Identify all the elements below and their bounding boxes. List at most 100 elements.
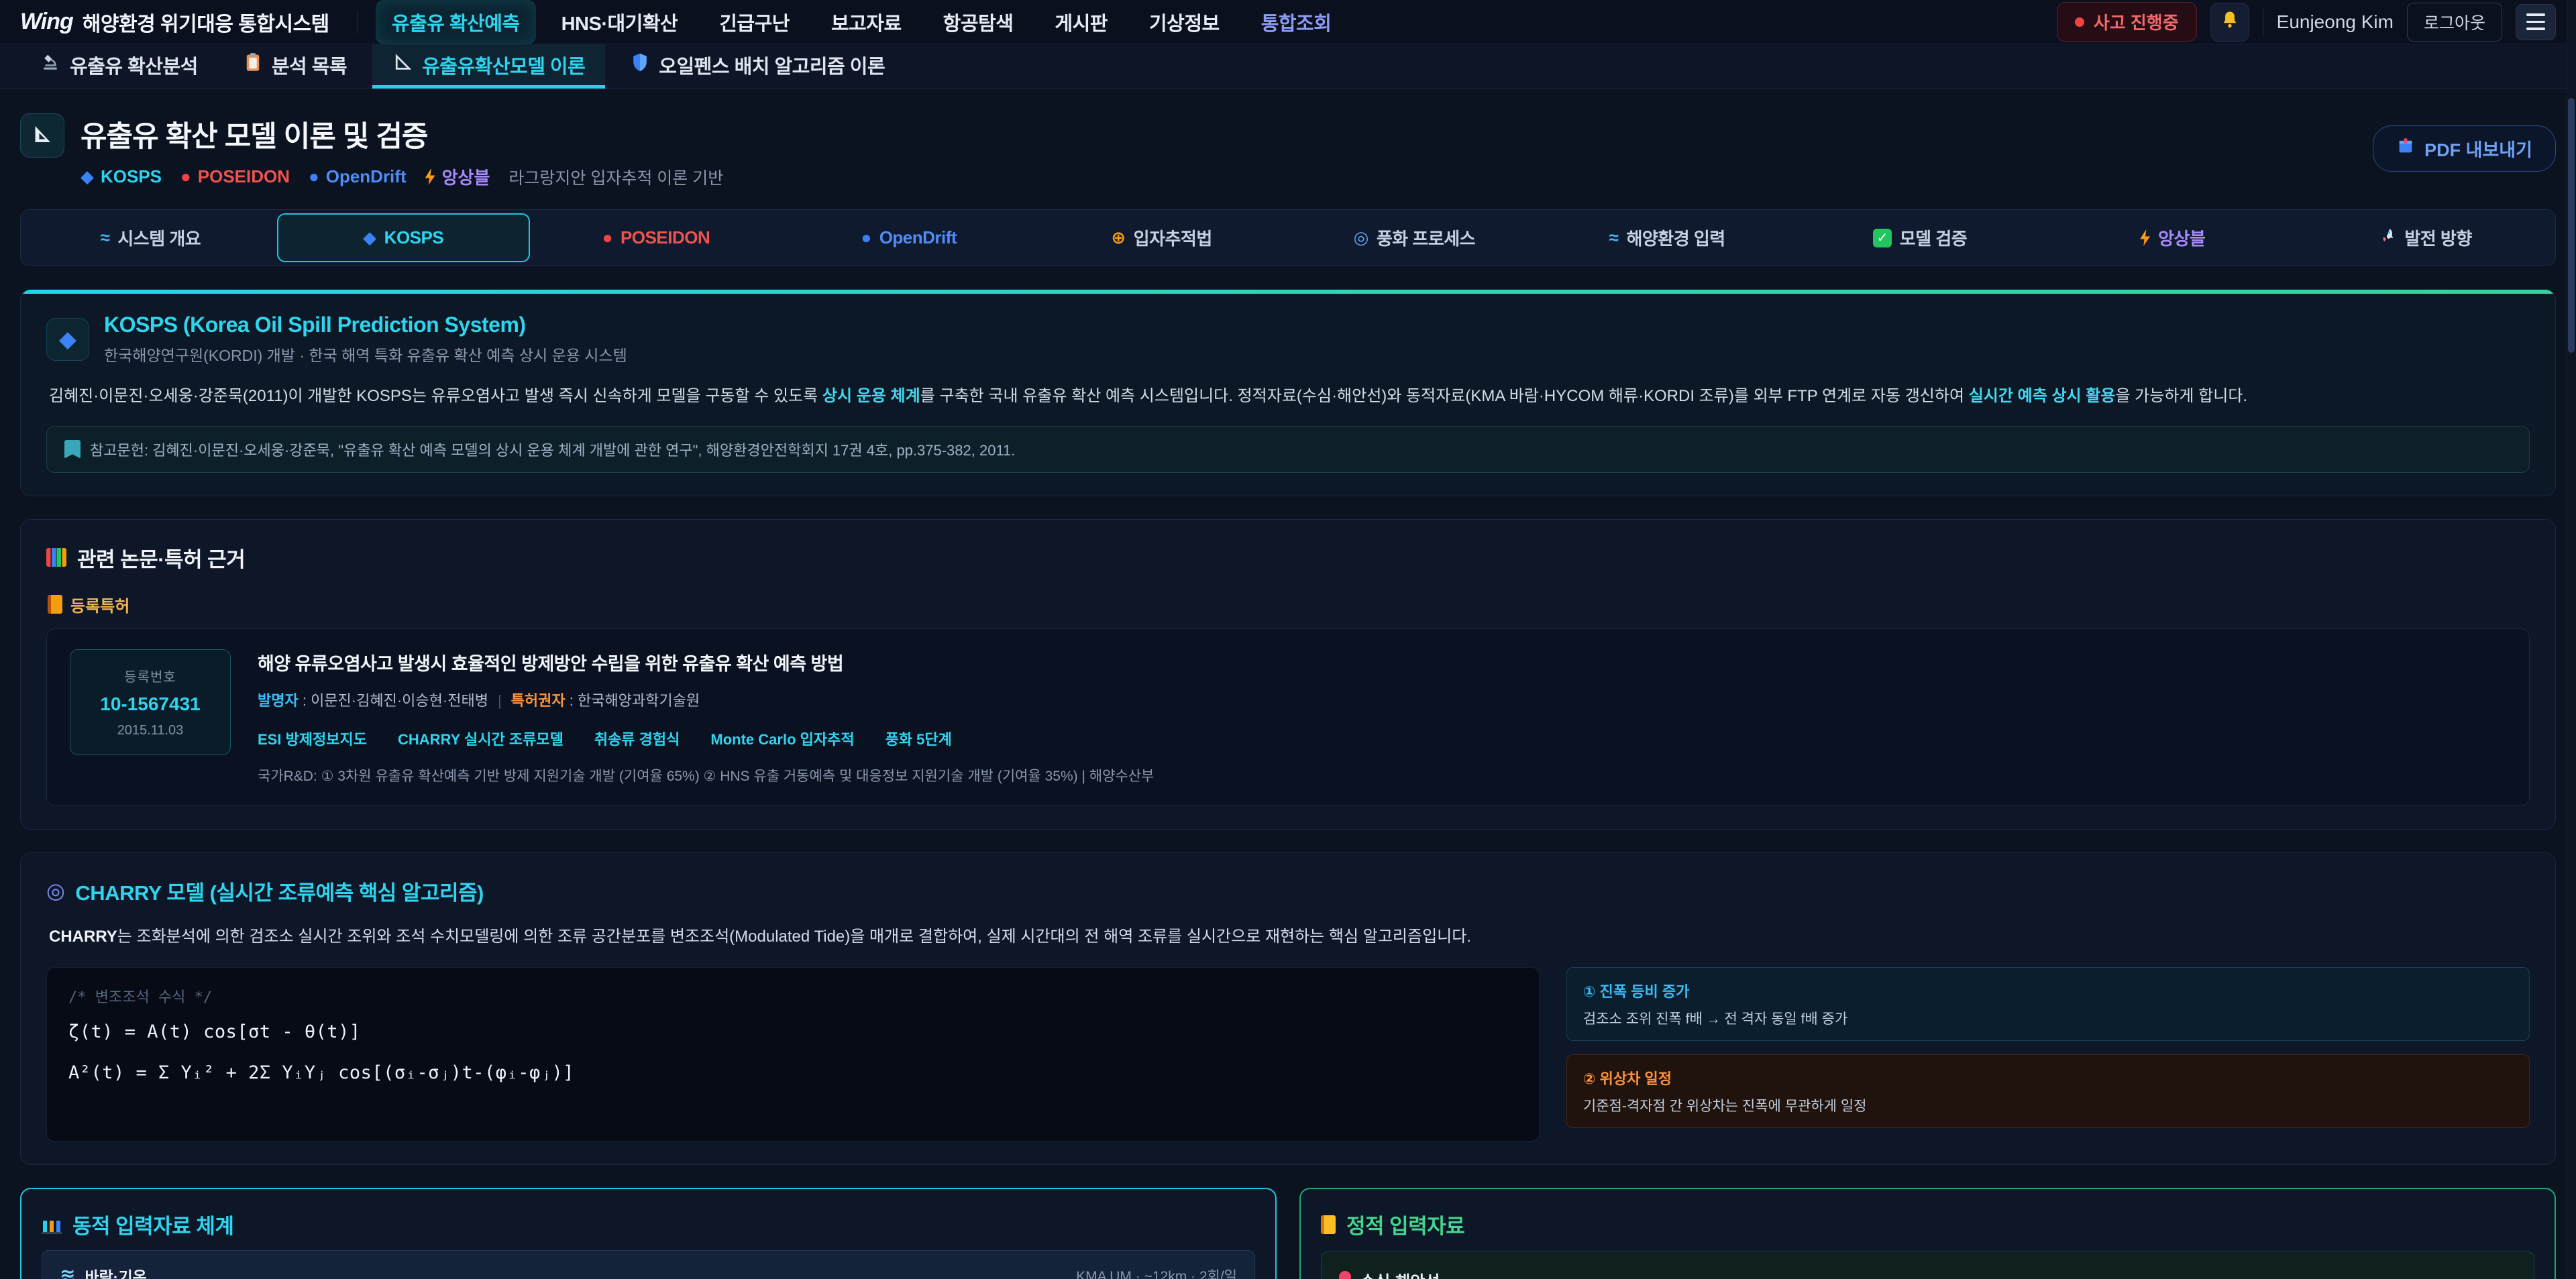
kosps-paragraph: 김혜진·이문진·오세웅·강준묵(2011)이 개발한 KOSPS는 유류오염사고… (49, 383, 2527, 410)
nav-emergency-rescue[interactable]: 긴급구난 (703, 0, 806, 44)
patent-tag[interactable]: 풍화 5단계 (885, 728, 952, 749)
static-input-title-row: 정적 입력자료 (1321, 1209, 2534, 1239)
section-tab-ocean-env-input[interactable]: ≈ 해양환경 입력 (1541, 213, 1794, 262)
subtab-diffusion-model-theory[interactable]: 유출유확산모델 이론 (372, 44, 605, 89)
kosps-header: ◆ KOSPS (Korea Oil Spill Prediction Syst… (46, 313, 2530, 366)
bell-icon (2219, 9, 2241, 34)
phase-note-box: ② 위상차 일정 기준점-격자점 간 위상차는 진폭에 무관하게 일정 (1566, 1054, 2530, 1128)
patent-tag[interactable]: Monte Carlo 입자추적 (710, 728, 854, 749)
bolt-icon (2140, 229, 2150, 246)
books-icon (46, 548, 66, 567)
hamburger-menu-button[interactable] (2516, 4, 2556, 40)
badge-kosps: ◆KOSPS (80, 166, 162, 187)
nav-weather-info[interactable]: 기상정보 (1133, 0, 1236, 44)
patent-tag[interactable]: 취송류 경험식 (594, 728, 680, 749)
patent-tag[interactable]: ESI 방제정보지도 (258, 728, 367, 749)
set-square-icon (30, 122, 54, 150)
kosps-title: KOSPS (Korea Oil Spill Prediction System… (104, 313, 627, 337)
charry-notes: ① 진폭 등비 증가 검조소 조위 진폭 f배 → 전 격자 동일 f배 증가 … (1566, 967, 2530, 1142)
check-icon: ✓ (1873, 229, 1892, 247)
hamburger-menu-icon (2526, 13, 2545, 16)
notification-button[interactable] (2210, 3, 2249, 42)
paragraph-segment: 상시 운용 체계 (822, 387, 920, 405)
patent-title: 해양 유류오염사고 발생시 효율적인 방제방안 수립을 위한 유출유 확산 예측… (258, 649, 2506, 675)
paragraph-segment: 김혜진·이문진·오세웅·강준묵(2011)이 개발한 KOSPS는 유류오염사고… (49, 387, 822, 405)
badge-poseidon: ●POSEIDON (180, 166, 290, 187)
papers-patents-card: 관련 논문·특허 근거 등록특허 등록번호 10-1567431 2015.11… (20, 519, 2556, 830)
pdf-book-icon (2396, 137, 2415, 160)
amplitude-note-box: ① 진폭 등비 증가 검조소 조위 진폭 f배 → 전 격자 동일 f배 증가 (1566, 967, 2530, 1041)
nav-board[interactable]: 게시판 (1038, 0, 1124, 44)
page-icon-box (20, 113, 64, 158)
scrollbar-thumb[interactable] (2568, 98, 2575, 353)
section-tab-ensemble[interactable]: 앙상블 (2046, 213, 2299, 262)
bathymetry-coastline-item: 수심·해안선 전자해도(ENC) → 500m 격자 보간 (1321, 1252, 2534, 1279)
microscope-icon (40, 52, 60, 78)
code-comment: /* 변조조석 수식 */ (68, 985, 1517, 1007)
bar-chart-icon (42, 1215, 62, 1234)
section-tab-model-validation[interactable]: ✓ 모델 검증 (1794, 213, 2047, 262)
paragraph-segment: 을 가능하게 합니다. (2115, 387, 2247, 405)
globe-wave-icon: ≈ (101, 227, 110, 248)
dynamic-input-label: 바람·기온 (85, 1264, 146, 1279)
incident-status-badge[interactable]: 사고 진행중 (2057, 2, 2197, 42)
diamond-icon: ◆ (59, 326, 76, 353)
registration-number-label: 등록번호 (84, 666, 217, 685)
nav-integrated-search[interactable]: 통합조회 (1245, 0, 1348, 44)
section-tab-poseidon[interactable]: ● POSEIDON (530, 213, 783, 262)
static-input-title: 정적 입력자료 (1346, 1209, 1464, 1239)
subtab-analysis-list[interactable]: 분석 목록 (223, 44, 367, 89)
set-square-icon (392, 52, 413, 78)
assignee-label: 특허권자 (511, 692, 566, 709)
reference-bookmark-icon (64, 440, 80, 459)
nav-oil-spill-prediction[interactable]: 유출유 확산예측 (376, 0, 536, 44)
kosps-reference-box: 참고문헌: 김혜진·이문진·오세웅·강준묵, "유출유 확산 예측 모델의 상시… (46, 426, 2530, 473)
section-tab-future[interactable]: 발전 방향 (2299, 213, 2552, 262)
charry-title: CHARRY 모델 (실시간 조류예측 핵심 알고리즘) (75, 876, 483, 906)
scrollbar-track[interactable] (2567, 0, 2576, 1279)
papers-section-title: 관련 논문·특허 근거 (46, 543, 2530, 573)
page-subtitle: 라그랑지안 입자추적 이론 기반 (508, 165, 723, 189)
incident-dot-icon (2075, 17, 2084, 27)
section-tab-kosps[interactable]: ◆ KOSPS (277, 213, 530, 262)
diamond-icon: ◆ (363, 227, 376, 248)
paragraph-segment: CHARRY (49, 928, 117, 946)
pin-icon (1339, 1271, 1351, 1279)
charry-title-row: ◎ CHARRY 모델 (실시간 조류예측 핵심 알고리즘) (46, 876, 2530, 906)
brand[interactable]: Wing 해양환경 위기대응 통합시스템 (20, 7, 329, 37)
nav-hns-diffusion[interactable]: HNS·대기확산 (545, 0, 694, 44)
app-logo: Wing (20, 9, 73, 35)
dynamic-input-title: 동적 입력자료 체계 (72, 1209, 233, 1239)
red-dot-icon: ● (180, 166, 191, 187)
main-nav: 유출유 확산예측 HNS·대기확산 긴급구난 보고자료 항공탐색 게시판 기상정… (376, 0, 1348, 44)
sub-tab-bar: 유출유 확산분석 분석 목록 유출유확산모델 이론 오일펜스 배치 알고리즘 이… (0, 44, 2576, 89)
subtab-oil-fence-theory[interactable]: 오일펜스 배치 알고리즘 이론 (610, 44, 905, 89)
patent-registration-box: 등록번호 10-1567431 2015.11.03 (70, 649, 231, 755)
section-tab-weathering[interactable]: ◎ 풍화 프로세스 (1288, 213, 1541, 262)
patent-tag-row: ESI 방제정보지도 CHARRY 실시간 조류모델 취송류 경험식 Monte Ca… (258, 728, 2506, 749)
page-title: 유출유 확산 모델 이론 및 검증 (80, 113, 723, 155)
badge-ensemble: 앙상블 (425, 164, 490, 189)
paragraph-segment: 를 구축한 국내 유출유 확산 예측 시스템입니다. 정적자료(수심·해안선)와… (920, 387, 1969, 405)
nav-aerial-search[interactable]: 항공탐색 (927, 0, 1030, 44)
subtab-spill-analysis[interactable]: 유출유 확산분석 (20, 44, 218, 89)
patent-tag[interactable]: CHARRY 실시간 조류모델 (398, 728, 564, 749)
top-bar: Wing 해양환경 위기대응 통합시스템 유출유 확산예측 HNS·대기확산 긴… (0, 0, 2576, 44)
app-title: 해양환경 위기대응 통합시스템 (83, 7, 329, 37)
section-tab-particle-tracking[interactable]: ⊕ 입자추적법 (1035, 213, 1288, 262)
shield-icon (631, 52, 649, 78)
charry-model-card: ◎ CHARRY 모델 (실시간 조류예측 핵심 알고리즘) CHARRY는 조… (20, 852, 2556, 1166)
nav-reports[interactable]: 보고자료 (815, 0, 918, 44)
formula-amplitude: A²(t) = Σ Yᵢ² + 2Σ YᵢYⱼ cos[(σᵢ-σⱼ)t-(φᵢ… (68, 1062, 1517, 1083)
logout-button[interactable]: 로그아웃 (2407, 3, 2502, 42)
section-tab-overview[interactable]: ≈ 시스템 개요 (24, 213, 277, 262)
registered-patent-label: 등록특허 (48, 593, 2530, 616)
section-tab-opendrift[interactable]: ● OpenDrift (782, 213, 1035, 262)
pdf-export-button[interactable]: PDF 내보내기 (2373, 125, 2556, 172)
red-dot-icon: ● (602, 227, 612, 248)
formula-zeta: ζ(t) = A(t) cos[σt - θ(t)] (68, 1021, 1517, 1042)
compass-icon: ⊕ (1111, 227, 1125, 248)
dynamic-input-rows: ≋ 바람·기온 KMA UM · ~12km · 2회/일 ≈ 해류(표층) (42, 1250, 1255, 1279)
national-rnd-line: 국가R&D: ① 3차원 유출유 확산예측 기반 방제 지원기술 개발 (기여율… (258, 765, 2506, 785)
wave-icon: ≈ (1609, 227, 1619, 248)
